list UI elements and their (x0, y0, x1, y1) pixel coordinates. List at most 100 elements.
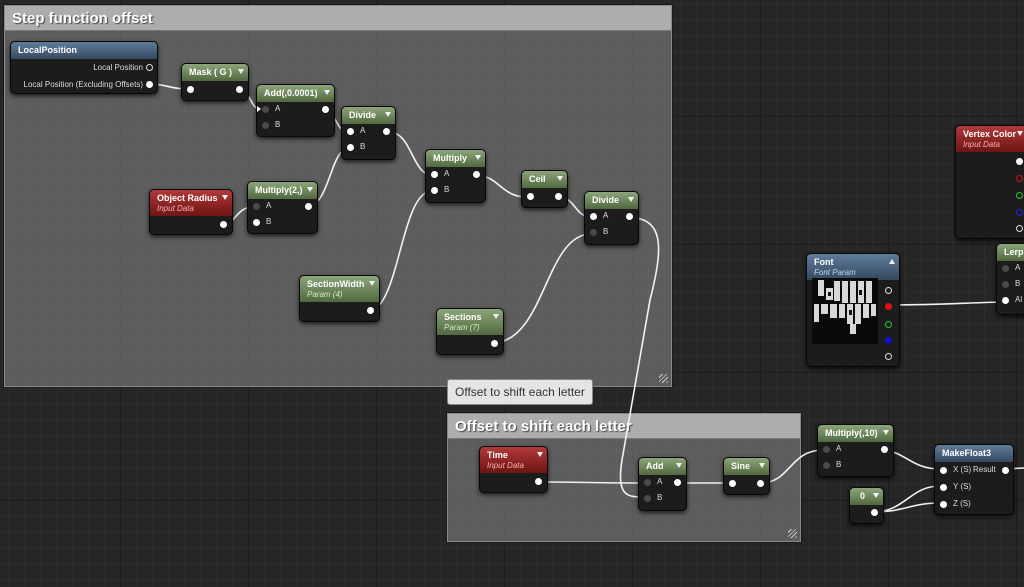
node-header[interactable]: Vertex Color Input Data (956, 126, 1024, 152)
input-pin-a[interactable] (431, 171, 438, 178)
node-local-position[interactable]: LocalPosition Local Position Local Posit… (10, 41, 158, 94)
input-pin-b[interactable] (823, 462, 830, 469)
node-multiply-10[interactable]: Multiply(,10) A B (817, 424, 894, 477)
node-divide-1[interactable]: Divide A B (341, 106, 396, 160)
node-header[interactable]: SectionWidth Param (4) (300, 276, 379, 302)
input-pin-b[interactable] (253, 219, 260, 226)
input-pin-z[interactable] (940, 501, 947, 508)
collapse-caret-icon[interactable] (369, 281, 375, 286)
output-pin[interactable] (674, 479, 681, 486)
collapse-caret-icon[interactable] (385, 112, 391, 117)
node-header[interactable]: Divide (585, 192, 638, 209)
input-pin-a[interactable] (1002, 265, 1009, 272)
output-pin-g[interactable] (1016, 192, 1023, 199)
node-object-radius[interactable]: Object Radius Input Data (149, 189, 233, 235)
collapse-caret-icon[interactable] (222, 195, 228, 200)
comment-title[interactable]: Offset to shift each letter (448, 414, 800, 439)
node-header[interactable]: Add (639, 458, 686, 475)
collapse-caret-icon[interactable] (493, 314, 499, 319)
output-pin[interactable] (871, 509, 878, 516)
node-header[interactable]: Mask ( G ) (182, 64, 248, 81)
node-lerp[interactable]: Lerp A B Al (996, 243, 1024, 315)
node-multiply[interactable]: Multiply A B (425, 149, 486, 203)
output-pin[interactable] (220, 221, 227, 228)
output-pin-alpha[interactable] (1016, 225, 1023, 232)
node-multiply-2[interactable]: Multiply(2,) A B (247, 181, 318, 234)
output-pin[interactable] (146, 64, 153, 71)
collapse-caret-icon[interactable] (238, 69, 244, 74)
input-pin-a[interactable] (590, 213, 597, 220)
collapse-caret-icon[interactable] (628, 197, 634, 202)
resize-handle[interactable] (659, 374, 668, 383)
node-add[interactable]: Add A B (638, 457, 687, 511)
input-pin-a[interactable] (262, 106, 269, 113)
node-time[interactable]: Time Input Data (479, 446, 548, 493)
input-pin[interactable] (527, 193, 534, 200)
output-pin[interactable] (881, 446, 888, 453)
output-pin[interactable] (491, 340, 498, 347)
input-pin-a[interactable] (347, 128, 354, 135)
node-constant-zero[interactable]: 0 (849, 487, 884, 524)
output-pin[interactable] (555, 193, 562, 200)
output-pin-b[interactable] (885, 337, 892, 344)
input-pin[interactable] (187, 86, 194, 93)
node-vertex-color[interactable]: Vertex Color Input Data (955, 125, 1024, 239)
collapse-caret-icon[interactable] (759, 463, 765, 468)
node-header[interactable]: 0 (850, 488, 883, 505)
output-pin-r[interactable] (885, 303, 892, 310)
input-pin-a[interactable] (644, 479, 651, 486)
input-pin-b[interactable] (262, 122, 269, 129)
output-pin-r[interactable] (1016, 175, 1023, 182)
output-pin[interactable] (305, 203, 312, 210)
resize-handle[interactable] (788, 529, 797, 538)
input-pin-b[interactable] (431, 187, 438, 194)
collapse-caret-icon[interactable] (889, 259, 895, 264)
node-header[interactable]: Sections Param (7) (437, 309, 503, 335)
node-divide-2[interactable]: Divide A B (584, 191, 639, 245)
input-pin-a[interactable] (253, 203, 260, 210)
collapse-caret-icon[interactable] (557, 176, 563, 181)
input-pin-alpha[interactable] (1002, 297, 1009, 304)
node-header[interactable]: Divide (342, 107, 395, 124)
node-header[interactable]: Lerp (997, 244, 1024, 261)
output-pin[interactable] (757, 480, 764, 487)
node-section-width[interactable]: SectionWidth Param (4) (299, 275, 380, 322)
node-header[interactable]: Multiply (426, 150, 485, 167)
node-header[interactable]: Multiply(,10) (818, 425, 893, 442)
output-pin[interactable] (473, 171, 480, 178)
node-mask[interactable]: Mask ( G ) (181, 63, 249, 101)
output-pin[interactable] (885, 287, 892, 294)
node-header[interactable]: Object Radius Input Data (150, 190, 232, 216)
output-pin[interactable] (146, 81, 153, 88)
node-sine[interactable]: Sine (723, 457, 770, 495)
collapse-caret-icon[interactable] (676, 463, 682, 468)
collapse-caret-icon[interactable] (1017, 131, 1023, 136)
collapse-caret-icon[interactable] (324, 90, 330, 95)
input-pin-a[interactable] (823, 446, 830, 453)
node-makefloat3[interactable]: MakeFloat3 X (S) Result Y (S) Z (S) (934, 444, 1014, 515)
output-pin[interactable] (626, 213, 633, 220)
node-header[interactable]: MakeFloat3 (935, 445, 1013, 462)
node-add-epsilon[interactable]: Add(,0.0001) A B (256, 84, 335, 137)
input-pin-b[interactable] (644, 495, 651, 502)
output-pin[interactable] (236, 86, 243, 93)
node-header[interactable]: LocalPosition (11, 42, 157, 59)
node-font[interactable]: Font Font Param (806, 253, 900, 367)
output-pin-alpha[interactable] (885, 353, 892, 360)
collapse-caret-icon[interactable] (883, 430, 889, 435)
node-sections[interactable]: Sections Param (7) (436, 308, 504, 355)
collapse-caret-icon[interactable] (537, 452, 543, 457)
input-pin[interactable] (729, 480, 736, 487)
output-pin[interactable] (383, 128, 390, 135)
input-pin-b[interactable] (347, 144, 354, 151)
output-pin[interactable] (535, 478, 542, 485)
node-header[interactable]: Multiply(2,) (248, 182, 317, 199)
output-pin[interactable] (1016, 158, 1023, 165)
input-pin-b[interactable] (590, 229, 597, 236)
input-pin-y[interactable] (940, 484, 947, 491)
collapse-caret-icon[interactable] (307, 187, 313, 192)
input-pin-x[interactable] (940, 467, 947, 474)
node-ceil[interactable]: Ceil (521, 170, 568, 208)
output-pin[interactable] (367, 307, 374, 314)
node-header[interactable]: Font Font Param (807, 254, 899, 280)
